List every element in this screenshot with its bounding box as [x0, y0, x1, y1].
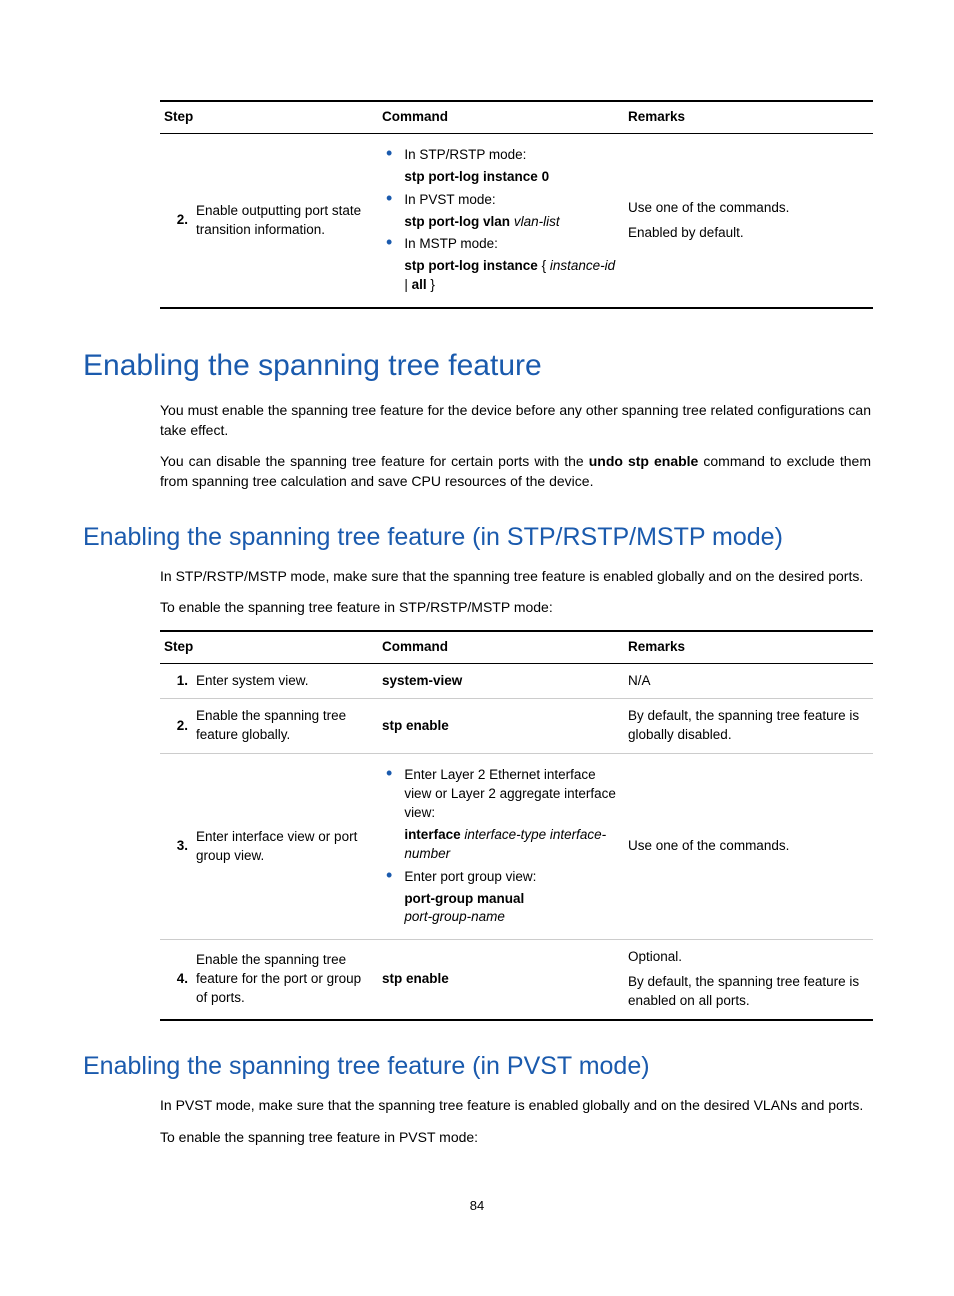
- command-cell: stp enable: [378, 699, 624, 754]
- bullet-icon: •: [386, 235, 392, 249]
- step-text: Enable outputting port state transition …: [192, 133, 378, 308]
- cmd-bold: all: [412, 277, 427, 292]
- brace: }: [430, 277, 435, 292]
- cmd-arg: port-group-name: [404, 908, 620, 927]
- bullet-icon: •: [386, 766, 392, 780]
- step-text: Enable the spanning tree feature for the…: [192, 940, 378, 1020]
- remarks-line: Optional.: [628, 948, 869, 967]
- remarks-cell: Optional. By default, the spanning tree …: [624, 940, 873, 1020]
- step-number: 2.: [160, 133, 192, 308]
- th-command: Command: [378, 101, 624, 133]
- bullet-icon: •: [386, 868, 392, 882]
- paragraph: To enable the spanning tree feature in P…: [160, 1128, 871, 1148]
- paragraph: To enable the spanning tree feature in S…: [160, 598, 871, 618]
- bullet-icon: •: [386, 146, 392, 160]
- step-number: 1.: [160, 663, 192, 699]
- bullet-intro: In STP/RSTP mode:: [404, 146, 620, 165]
- cmd-inline: undo stp enable: [589, 453, 699, 469]
- bullet-intro: Enter Layer 2 Ethernet interface view or…: [404, 766, 620, 823]
- cmd-arg: instance-id: [550, 258, 615, 273]
- remarks-cell: By default, the spanning tree feature is…: [624, 699, 873, 754]
- bullet-intro: In PVST mode:: [404, 191, 620, 210]
- command-cell: stp enable: [378, 940, 624, 1020]
- heading-enable-stp-pvst: Enabling the spanning tree feature (in P…: [83, 1049, 871, 1084]
- heading-enable-stp: Enabling the spanning tree feature: [83, 345, 871, 387]
- heading-enable-stp-mstp: Enabling the spanning tree feature (in S…: [83, 520, 871, 555]
- list-item: • In MSTP mode: stp port-log instance { …: [382, 235, 620, 295]
- paragraph: You must enable the spanning tree featur…: [160, 401, 871, 440]
- list-item: • In STP/RSTP mode: stp port-log instanc…: [382, 146, 620, 187]
- remarks-cell: N/A: [624, 663, 873, 699]
- step-text: Enter interface view or port group view.: [192, 754, 378, 940]
- cmd-bold: stp port-log vlan: [404, 214, 510, 229]
- table-row: 1. Enter system view. system-view N/A: [160, 663, 873, 699]
- command-cell: • Enter Layer 2 Ethernet interface view …: [378, 754, 624, 940]
- paragraph: You can disable the spanning tree featur…: [160, 452, 871, 491]
- page-number: 84: [83, 1197, 871, 1215]
- cmd-arg: vlan-list: [514, 214, 560, 229]
- step-text: Enter system view.: [192, 663, 378, 699]
- step-text: Enable the spanning tree feature globall…: [192, 699, 378, 754]
- cmd-bold: stp port-log instance: [404, 258, 538, 273]
- table-row: 2. Enable the spanning tree feature glob…: [160, 699, 873, 754]
- remarks-line: Enabled by default.: [628, 224, 869, 243]
- remarks-line: By default, the spanning tree feature is…: [628, 973, 869, 1011]
- th-step: Step: [160, 631, 378, 663]
- command-cell: system-view: [378, 663, 624, 699]
- th-command: Command: [378, 631, 624, 663]
- text: You can disable the spanning tree featur…: [160, 453, 589, 469]
- remarks-cell: Use one of the commands.: [624, 754, 873, 940]
- step-number: 4.: [160, 940, 192, 1020]
- cmd-bold: interface: [404, 827, 460, 842]
- port-state-log-table: Step Command Remarks 2. Enable outputtin…: [160, 100, 873, 309]
- list-item: • Enter port group view: port-group manu…: [382, 868, 620, 928]
- stp-mstp-steps-table: Step Command Remarks 1. Enter system vie…: [160, 630, 873, 1021]
- bullet-icon: •: [386, 191, 392, 205]
- pipe: |: [404, 277, 408, 292]
- command-cell: • In STP/RSTP mode: stp port-log instanc…: [378, 133, 624, 308]
- th-remarks: Remarks: [624, 101, 873, 133]
- bullet-intro: Enter port group view:: [404, 868, 620, 887]
- step-number: 3.: [160, 754, 192, 940]
- table-row: 4. Enable the spanning tree feature for …: [160, 940, 873, 1020]
- list-item: • Enter Layer 2 Ethernet interface view …: [382, 766, 620, 863]
- list-item: • In PVST mode: stp port-log vlan vlan-l…: [382, 191, 620, 232]
- step-number: 2.: [160, 699, 192, 754]
- paragraph: In STP/RSTP/MSTP mode, make sure that th…: [160, 567, 871, 587]
- bullet-intro: In MSTP mode:: [404, 235, 620, 254]
- brace: {: [542, 258, 547, 273]
- paragraph: In PVST mode, make sure that the spannin…: [160, 1096, 871, 1116]
- cmd-bold: port-group manual: [404, 891, 524, 906]
- cmd-bold: stp port-log instance 0: [404, 169, 549, 184]
- th-step: Step: [160, 101, 378, 133]
- table-row: 3. Enter interface view or port group vi…: [160, 754, 873, 940]
- remarks-line: Use one of the commands.: [628, 199, 869, 218]
- remarks-cell: Use one of the commands. Enabled by defa…: [624, 133, 873, 308]
- table-row: 2. Enable outputting port state transiti…: [160, 133, 873, 308]
- th-remarks: Remarks: [624, 631, 873, 663]
